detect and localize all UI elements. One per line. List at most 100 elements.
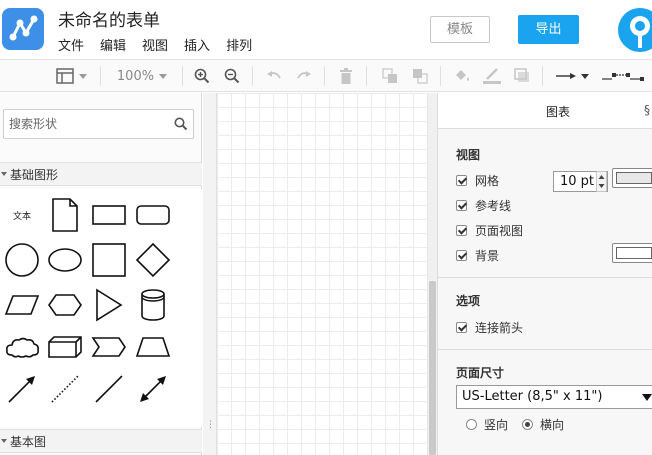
menu-insert[interactable]: 插入 xyxy=(184,35,210,54)
line-shape-icon xyxy=(95,375,123,403)
background-label: 背景 xyxy=(475,248,500,263)
template-button[interactable]: 模板 xyxy=(430,16,490,43)
toolbar: 100% xyxy=(0,60,652,92)
guides-label: 参考线 xyxy=(475,198,512,213)
grid-checkbox[interactable] xyxy=(456,174,467,186)
cylinder-shape-icon xyxy=(141,289,165,321)
section-basic-shapes[interactable]: 基础图形 xyxy=(0,162,202,186)
shape-ellipse[interactable] xyxy=(45,240,85,280)
connection-arrows-option[interactable]: 连接箭头 xyxy=(456,318,523,336)
to-back-button[interactable] xyxy=(408,60,432,92)
grid-size-stepper-icon[interactable] xyxy=(596,171,607,192)
format-panel-toggle[interactable] xyxy=(52,60,90,92)
zoom-select[interactable]: 100% xyxy=(108,60,176,92)
shape-trapezoid[interactable] xyxy=(133,327,173,367)
delete-icon xyxy=(340,68,352,84)
search-icon[interactable] xyxy=(174,117,188,131)
section-divider xyxy=(438,277,652,278)
user-icon xyxy=(630,16,650,48)
cube-shape-icon xyxy=(48,336,82,358)
scrollbar-thumb[interactable] xyxy=(429,281,436,455)
zoom-out-icon xyxy=(224,68,240,84)
chevron-down-icon xyxy=(159,73,168,79)
to-front-icon xyxy=(382,68,397,83)
shape-parallelogram[interactable] xyxy=(2,285,42,325)
page-view-checkbox[interactable] xyxy=(456,224,467,236)
shape-diamond[interactable] xyxy=(133,240,173,280)
grid-option[interactable]: 网格 xyxy=(456,171,499,189)
page-size-value: US-Letter (8,5" x 11") xyxy=(462,389,603,404)
arrow-line-shape-icon xyxy=(8,376,35,403)
background-checkbox[interactable] xyxy=(456,249,467,261)
document-title[interactable]: 未命名的表单 xyxy=(58,6,160,31)
menu-file[interactable]: 文件 xyxy=(58,35,84,54)
chevron-down-icon xyxy=(78,73,87,79)
bidirectional-arrow-shape-icon xyxy=(140,376,166,402)
export-button[interactable]: 导出 xyxy=(518,15,579,44)
shape-arrow-line[interactable] xyxy=(2,369,42,409)
page-view-option[interactable]: 页面视图 xyxy=(456,221,523,239)
redo-button[interactable] xyxy=(292,60,316,92)
zoom-out-button[interactable] xyxy=(220,60,244,92)
diagram-canvas[interactable] xyxy=(216,93,427,455)
user-avatar[interactable] xyxy=(618,8,652,52)
shadow-button[interactable] xyxy=(510,60,534,92)
rounded-rectangle-shape-icon xyxy=(136,205,170,225)
menu-edit[interactable]: 编辑 xyxy=(100,35,126,54)
waypoints-select[interactable] xyxy=(598,60,652,92)
grid-label: 网格 xyxy=(475,173,500,188)
landscape-label: 横向 xyxy=(540,418,565,432)
shape-search-input[interactable] xyxy=(4,110,169,138)
background-option[interactable]: 背景 xyxy=(456,246,499,264)
to-front-button[interactable] xyxy=(378,60,402,92)
shape-search xyxy=(3,109,194,139)
page-view-label: 页面视图 xyxy=(475,223,524,238)
shape-hexagon[interactable] xyxy=(45,285,85,325)
canvas-vertical-scrollbar[interactable] xyxy=(427,93,437,455)
line-color-button[interactable] xyxy=(480,60,504,92)
landscape-radio[interactable] xyxy=(522,419,534,430)
view-section-title: 视图 xyxy=(456,148,481,162)
shape-triangle[interactable] xyxy=(89,285,129,325)
shape-dotted-line[interactable] xyxy=(45,369,85,409)
background-color-swatch[interactable] xyxy=(612,243,652,263)
page-size-select[interactable]: US-Letter (8,5" x 11") xyxy=(456,385,652,409)
menu-bar: 文件 编辑 视图 插入 排列 xyxy=(58,35,268,54)
tab-diagram[interactable]: 图表 § xyxy=(438,93,652,129)
shape-circle[interactable] xyxy=(2,240,42,280)
zoom-in-button[interactable] xyxy=(190,60,214,92)
connector-style-select[interactable] xyxy=(552,60,592,92)
portrait-radio[interactable] xyxy=(466,419,477,430)
guides-checkbox[interactable] xyxy=(456,199,467,211)
undo-button[interactable] xyxy=(262,60,286,92)
waypoints-icon xyxy=(602,73,644,81)
shape-cloud[interactable] xyxy=(2,327,42,367)
toolbar-divider xyxy=(542,66,543,86)
shape-bidirectional-arrow[interactable] xyxy=(133,369,173,409)
panel-splitter[interactable] xyxy=(203,93,216,455)
shape-rounded-rectangle[interactable] xyxy=(133,195,173,235)
shape-square[interactable] xyxy=(89,240,129,280)
shape-cylinder[interactable] xyxy=(133,285,173,325)
menu-view[interactable]: 视图 xyxy=(142,35,168,54)
splitter-grip-icon[interactable]: ⋮ xyxy=(206,421,215,430)
shape-rectangle[interactable] xyxy=(89,195,129,235)
connection-arrows-checkbox[interactable] xyxy=(456,321,467,333)
delete-button[interactable] xyxy=(334,60,358,92)
guides-option[interactable]: 参考线 xyxy=(456,196,511,214)
connection-arrows-label: 连接箭头 xyxy=(475,320,524,335)
section-basic-diagrams[interactable]: 基本图 xyxy=(0,429,202,453)
app-logo-icon[interactable] xyxy=(2,8,44,50)
shape-cube[interactable] xyxy=(45,327,85,367)
step-shape-icon xyxy=(91,337,126,357)
grid-color-swatch[interactable] xyxy=(612,168,652,188)
fill-color-button[interactable] xyxy=(450,60,474,92)
cloud-shape-icon xyxy=(6,337,39,358)
shape-document[interactable] xyxy=(45,195,85,235)
shape-line[interactable] xyxy=(89,369,129,409)
shape-step[interactable] xyxy=(89,327,129,367)
menu-arrange[interactable]: 排列 xyxy=(226,35,252,54)
zoom-level: 100% xyxy=(116,68,155,84)
orientation-options: 竖向 横向 xyxy=(466,416,564,433)
shape-text[interactable]: 文本 xyxy=(2,195,42,235)
